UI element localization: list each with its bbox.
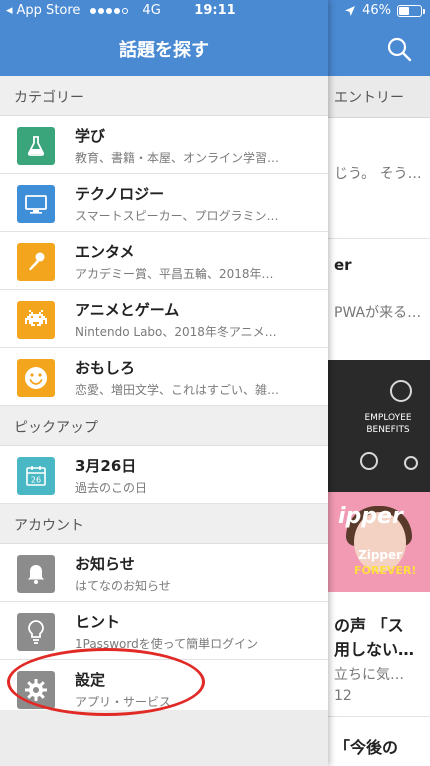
section-header-category: カテゴリー xyxy=(0,76,328,116)
battery-fill xyxy=(399,6,409,15)
menu-item-hints[interactable]: ヒント 1Passwordを使って簡単ログイン xyxy=(0,602,328,660)
search-icon[interactable] xyxy=(386,36,412,62)
menu-item-title: お知らせ xyxy=(75,555,135,573)
thumbnail-heading: ipper xyxy=(338,504,403,529)
highlight-ellipse xyxy=(7,648,205,716)
lightbulb-icon xyxy=(17,613,55,651)
navigation-drawer: 話題を探す カテゴリー 学び 教育、書籍・本屋、オンライン学習… テクノロジー … xyxy=(0,0,328,766)
menu-item-subtitle: アカデミー賞、平昌五輪、2018年… xyxy=(75,267,274,281)
menu-item-subtitle: 過去のこの日 xyxy=(75,481,148,495)
menu-item-learning[interactable]: 学び 教育、書籍・本屋、オンライン学習… xyxy=(0,116,328,174)
menu-item-subtitle: はてなのお知らせ xyxy=(75,579,171,593)
menu-item-technology[interactable]: テクノロジー スマートスピーカー、プログラミン… xyxy=(0,174,328,232)
status-right: 46% xyxy=(344,3,425,18)
status-battery-percent: 46% xyxy=(362,3,391,18)
drawer-empty-area xyxy=(0,710,328,766)
flask-icon xyxy=(17,127,55,165)
entry-snippet: 12 xyxy=(334,688,352,704)
invader-icon xyxy=(17,301,55,339)
section-header-account: アカウント xyxy=(0,504,328,544)
menu-item-subtitle: 教育、書籍・本屋、オンライン学習… xyxy=(75,151,280,165)
drawer-menu: カテゴリー 学び 教育、書籍・本屋、オンライン学習… テクノロジー スマートスピ… xyxy=(0,76,328,718)
entry-snippet: じう。 そう… xyxy=(334,166,422,182)
thumbnail-ring xyxy=(360,452,378,470)
thumbnail-caption: EMPLOYEE BENEFITS xyxy=(364,413,412,435)
calendar-icon: 26 xyxy=(17,457,55,495)
menu-item-subtitle: スマートスピーカー、プログラミン… xyxy=(75,209,279,223)
menu-item-subtitle: Nintendo Labo、2018年冬アニメ… xyxy=(75,325,277,339)
drawer-title: 話題を探す xyxy=(119,40,209,61)
menu-item-title: 3月26日 xyxy=(75,457,137,475)
menu-item-entertainment[interactable]: エンタメ アカデミー賞、平昌五輪、2018年… xyxy=(0,232,328,290)
thumbnail-line: Zipper xyxy=(358,548,403,562)
thumbnail-ring xyxy=(390,380,412,402)
battery-icon xyxy=(397,4,425,17)
status-bar: ◂ App Store 4G 19:11 46% xyxy=(0,0,430,22)
menu-item-title: テクノロジー xyxy=(75,185,165,203)
main-subheader-label: エントリー xyxy=(334,90,404,106)
entry-snippet: 用しない… xyxy=(334,640,415,659)
thumbnail-line: FOREVER! xyxy=(354,564,417,577)
menu-item-subtitle: 恋愛、増田文学、これはすごい、雑… xyxy=(75,383,280,397)
monitor-icon xyxy=(17,185,55,223)
entry-divider xyxy=(320,238,430,239)
menu-item-funny[interactable]: おもしろ 恋愛、増田文学、これはすごい、雑… xyxy=(0,348,328,406)
menu-item-notifications[interactable]: お知らせ はてなのお知らせ xyxy=(0,544,328,602)
location-arrow-icon xyxy=(345,5,356,16)
menu-item-title: アニメとゲーム xyxy=(75,301,180,319)
section-header-pickup: ピックアップ xyxy=(0,406,328,446)
calendar-icon-day: 26 xyxy=(31,476,41,485)
entry-snippet: PWAが来る… xyxy=(334,305,422,321)
menu-item-title: おもしろ xyxy=(75,359,136,377)
menu-item-title: エンタメ xyxy=(75,243,135,261)
thumbnail-ring xyxy=(404,456,418,470)
menu-item-title: ヒント xyxy=(75,613,121,631)
microphone-icon xyxy=(17,243,55,281)
entry-divider xyxy=(320,716,430,717)
menu-item-anime-games[interactable]: アニメとゲーム Nintendo Labo、2018年冬アニメ… xyxy=(0,290,328,348)
menu-item-on-this-day[interactable]: 26 3月26日 過去のこの日 xyxy=(0,446,328,504)
entry-thumbnail: ipper Zipper FOREVER! xyxy=(320,492,430,592)
smile-icon xyxy=(17,359,55,397)
bell-icon xyxy=(17,555,55,593)
entry-thumbnail: EMPLOYEE BENEFITS xyxy=(320,360,430,492)
entry-snippet: 立ちに気… xyxy=(334,667,404,683)
entry-snippet: の声 「ス xyxy=(334,616,404,635)
entry-snippet: er xyxy=(334,256,352,274)
entry-snippet: 「今後の xyxy=(334,738,399,757)
menu-item-title: 学び xyxy=(75,127,106,145)
